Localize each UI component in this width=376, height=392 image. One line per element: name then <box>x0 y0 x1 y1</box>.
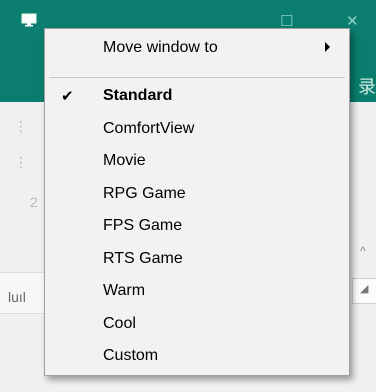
context-menu: Move window to ✔ Standard ComfortView Mo… <box>44 28 350 376</box>
menu-item-label: Standard <box>103 87 173 104</box>
menu-item-label: Warm <box>103 282 146 299</box>
menu-item-rts-game[interactable]: RTS Game <box>45 244 349 276</box>
menu-item-standard[interactable]: ✔ Standard <box>45 81 349 113</box>
label-mark: 2 <box>30 194 38 210</box>
menu-separator <box>49 77 345 78</box>
ribbon-label: 录 <box>358 77 376 98</box>
menu-item-label: Movie <box>103 152 146 169</box>
menu-item-label: Move window to <box>103 39 218 56</box>
menu-item-movie[interactable]: Movie <box>45 146 349 178</box>
menu-item-label: RPG Game <box>103 184 186 202</box>
ruler-ticks: luıl <box>8 289 26 305</box>
monitor-icon[interactable] <box>21 13 37 32</box>
menu-item-fps-game[interactable]: FPS Game <box>45 211 349 243</box>
scroll-up-icon[interactable]: ^ <box>360 244 366 258</box>
menu-item-custom[interactable]: Custom <box>45 341 349 373</box>
menu-item-label: Cool <box>103 314 136 332</box>
menu-item-cool[interactable]: Cool <box>45 309 349 341</box>
menu-item-rpg-game[interactable]: RPG Game <box>45 179 349 211</box>
node-icon: ⋮ <box>14 154 28 170</box>
menu-item-move-window[interactable]: Move window to <box>45 33 349 65</box>
menu-item-label: FPS Game <box>103 217 183 234</box>
menu-item-label: Custom <box>103 347 159 364</box>
checkmark-icon: ✔ <box>61 88 74 105</box>
menu-item-label: RTS Game <box>103 249 183 267</box>
menu-item-label: ComfortView <box>103 119 195 137</box>
submenu-arrow-icon <box>325 42 330 52</box>
menu-item-warm[interactable]: Warm <box>45 276 349 308</box>
menu-item-comfortview[interactable]: ComfortView <box>45 114 349 146</box>
node-icon: ⋮ <box>14 118 28 134</box>
resize-box[interactable]: ◢ <box>352 278 376 304</box>
resize-icon: ◢ <box>360 283 369 295</box>
